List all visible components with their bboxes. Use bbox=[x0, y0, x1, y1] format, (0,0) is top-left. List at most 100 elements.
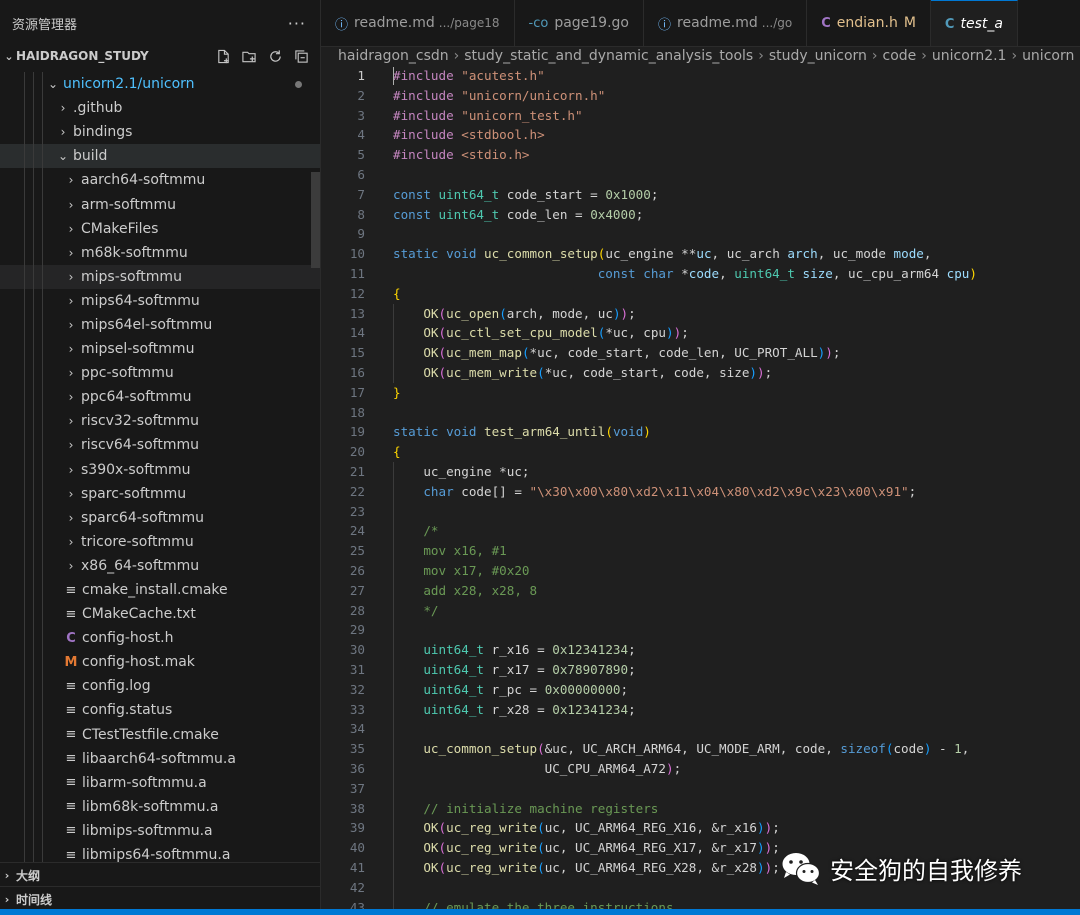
code-line[interactable]: 3 #include "unicorn_test.h" bbox=[321, 106, 1080, 126]
tree-file-item[interactable]: ≡ config.log bbox=[0, 674, 320, 699]
tree-folder-item[interactable]: › riscv64-softmmu bbox=[0, 433, 320, 458]
editor-tab[interactable]: -co page19.go bbox=[515, 0, 644, 46]
code-line[interactable]: 39 OK(uc_reg_write(uc, UC_ARM64_REG_X16,… bbox=[321, 818, 1080, 838]
tree-folder-item[interactable]: › sparc-softmmu bbox=[0, 481, 320, 506]
tree-folder-item[interactable]: › mips64-softmmu bbox=[0, 288, 320, 313]
code-line[interactable]: 31 uint64_t r_x17 = 0x78907890; bbox=[321, 660, 1080, 680]
tree-folder-item[interactable]: › arm-softmmu bbox=[0, 192, 320, 217]
breadcrumb-segment[interactable]: haidragon_csdn bbox=[338, 48, 449, 64]
tree-file-item[interactable]: ≡ libaarch64-softmmu.a bbox=[0, 746, 320, 771]
tree-folder-item[interactable]: › aarch64-softmmu bbox=[0, 168, 320, 193]
code-line[interactable]: 29 bbox=[321, 620, 1080, 640]
timeline-panel-header[interactable]: › 时间线 bbox=[0, 886, 320, 911]
code-token: <stdbool.h> bbox=[461, 127, 545, 143]
code-line[interactable]: 5 #include <stdio.h> bbox=[321, 145, 1080, 165]
tree-file-item[interactable]: ≡ libmips64-softmmu.a bbox=[0, 843, 320, 862]
tree-scrollbar[interactable] bbox=[311, 172, 320, 268]
tree-file-item[interactable]: Cconfig-host.h bbox=[0, 626, 320, 651]
code-line[interactable]: 35 uc_common_setup(&uc, UC_ARCH_ARM64, U… bbox=[321, 739, 1080, 759]
tree-folder-item[interactable]: › mips-softmmu bbox=[0, 264, 320, 289]
code-line[interactable]: 26 mov x17, #0x20 bbox=[321, 561, 1080, 581]
code-line[interactable]: 12 { bbox=[321, 284, 1080, 304]
breadcrumb-segment[interactable]: unicorn bbox=[1022, 48, 1074, 64]
new-file-icon[interactable] bbox=[214, 47, 232, 65]
code-editor[interactable]: 1 #include "acutest.h" 2 #include "unicorn/… bbox=[321, 66, 1080, 909]
code-line[interactable]: 30 uint64_t r_x16 = 0x12341234; bbox=[321, 640, 1080, 660]
tree-folder-item[interactable]: › tricore-softmmu bbox=[0, 529, 320, 554]
tree-folder-item[interactable]: › sparc64-softmmu bbox=[0, 505, 320, 530]
code-token: ; bbox=[772, 860, 780, 875]
editor-tab[interactable]: ⓘ readme.md .../go bbox=[644, 0, 808, 46]
code-line[interactable]: 10 static void uc_common_setup(uc_engine … bbox=[321, 244, 1080, 264]
code-line[interactable]: 24 /* bbox=[321, 521, 1080, 541]
breadcrumb-segment[interactable]: study_unicorn bbox=[769, 48, 867, 64]
breadcrumb-segment[interactable]: study_static_and_dynamic_analysis_tools bbox=[464, 48, 753, 64]
outline-panel-header[interactable]: › 大纲 bbox=[0, 862, 320, 887]
code-line[interactable]: 11 const char *code, uint64_t size, uc_c… bbox=[321, 264, 1080, 284]
workspace-header[interactable]: ⌄ HAIDRAGON_STUDY bbox=[0, 46, 320, 66]
editor-tab[interactable]: Cendian.h M bbox=[807, 0, 931, 46]
code-token: uint64_t bbox=[423, 662, 485, 677]
collapse-all-icon[interactable] bbox=[292, 47, 310, 65]
tree-file-item[interactable]: Mconfig-host.mak bbox=[0, 650, 320, 675]
code-line[interactable]: 23 bbox=[321, 502, 1080, 522]
tree-folder-item[interactable]: › ppc64-softmmu bbox=[0, 385, 320, 410]
code-line[interactable]: 1 #include "acutest.h" bbox=[321, 66, 1080, 86]
code-line[interactable]: 27 add x28, x28, 8 bbox=[321, 581, 1080, 601]
code-token: #include bbox=[393, 147, 454, 163]
code-line[interactable]: 28 */ bbox=[321, 601, 1080, 621]
code-line[interactable]: 15 OK(uc_mem_map(*uc, code_start, code_l… bbox=[321, 343, 1080, 363]
breadcrumb-segment[interactable]: unicorn2.1 bbox=[932, 48, 1007, 64]
tree-folder-item[interactable]: › bindings bbox=[0, 120, 320, 145]
breadcrumb-segment[interactable]: code bbox=[883, 48, 917, 64]
code-line[interactable]: 38 // initialize machine registers bbox=[321, 799, 1080, 819]
code-line[interactable]: 13 OK(uc_open(arch, mode, uc)); bbox=[321, 304, 1080, 324]
code-line[interactable]: 43 // emulate the three instructions bbox=[321, 898, 1080, 909]
tree-folder-item[interactable]: › riscv32-softmmu bbox=[0, 409, 320, 434]
tree-folder-item[interactable]: › s390x-softmmu bbox=[0, 457, 320, 482]
tree-item-label: CMakeFiles bbox=[81, 220, 159, 237]
code-line[interactable]: 20 { bbox=[321, 442, 1080, 462]
more-actions-icon[interactable]: ··· bbox=[288, 14, 306, 33]
tree-folder-item[interactable]: › m68k-softmmu bbox=[0, 240, 320, 265]
tree-folder-item[interactable]: › mipsel-softmmu bbox=[0, 337, 320, 362]
code-line[interactable]: 21 uc_engine *uc; bbox=[321, 462, 1080, 482]
code-line[interactable]: 22 char code[] = "\x30\x00\x80\xd2\x11\x… bbox=[321, 482, 1080, 502]
code-line[interactable]: 36 UC_CPU_ARM64_A72); bbox=[321, 759, 1080, 779]
tree-file-item[interactable]: ≡ libarm-softmmu.a bbox=[0, 770, 320, 795]
tree-folder-item[interactable]: › CMakeFiles bbox=[0, 216, 320, 241]
tree-file-item[interactable]: ≡ CTestTestfile.cmake bbox=[0, 722, 320, 747]
code-line[interactable]: 37 bbox=[321, 779, 1080, 799]
tree-folder-item[interactable]: › ppc-softmmu bbox=[0, 361, 320, 386]
code-line[interactable]: 25 mov x16, #1 bbox=[321, 541, 1080, 561]
tree-folder-item[interactable]: › .github bbox=[0, 96, 320, 121]
tree-folder-item[interactable]: › x86_64-softmmu bbox=[0, 553, 320, 578]
code-line[interactable]: 33 uint64_t r_x28 = 0x12341234; bbox=[321, 700, 1080, 720]
code-line[interactable]: 18 bbox=[321, 403, 1080, 423]
tree-file-item[interactable]: ≡ libmips-softmmu.a bbox=[0, 818, 320, 843]
code-line[interactable]: 16 OK(uc_mem_write(*uc, code_start, code… bbox=[321, 363, 1080, 383]
tree-folder-item[interactable]: ⌄ unicorn2.1/unicorn bbox=[0, 72, 320, 97]
refresh-icon[interactable] bbox=[266, 47, 284, 65]
editor-tab[interactable]: Ctest_a bbox=[930, 0, 1018, 46]
code-line[interactable]: 17} bbox=[321, 383, 1080, 403]
code-line[interactable]: 9 bbox=[321, 224, 1080, 244]
code-line[interactable]: 14 OK(uc_ctl_set_cpu_model(*uc, cpu)); bbox=[321, 323, 1080, 343]
tree-file-item[interactable]: ≡ cmake_install.cmake bbox=[0, 577, 320, 603]
code-line[interactable]: 34 bbox=[321, 719, 1080, 739]
code-line[interactable]: 7 const uint64_t code_start = 0x1000; bbox=[321, 185, 1080, 205]
code-line[interactable]: 19 static void test_arm64_until(void) bbox=[321, 422, 1080, 442]
editor-tab[interactable]: ⓘ readme.md .../page18 bbox=[321, 0, 515, 46]
tree-folder-item[interactable]: › mips64el-softmmu bbox=[0, 312, 320, 338]
new-folder-icon[interactable] bbox=[240, 47, 258, 65]
tree-file-item[interactable]: ≡ CMakeCache.txt bbox=[0, 602, 320, 627]
indent-guide bbox=[24, 433, 25, 458]
tree-file-item[interactable]: ≡ libm68k-softmmu.a bbox=[0, 794, 320, 819]
code-line[interactable]: 2 #include "unicorn/unicorn.h" bbox=[321, 86, 1080, 106]
code-line[interactable]: 32 uint64_t r_pc = 0x00000000; bbox=[321, 680, 1080, 700]
tree-folder-item[interactable]: ⌄ build bbox=[0, 144, 320, 169]
code-line[interactable]: 8 const uint64_t code_len = 0x4000; bbox=[321, 205, 1080, 225]
code-line[interactable]: 6 bbox=[321, 165, 1080, 185]
tree-file-item[interactable]: ≡ config.status bbox=[0, 698, 320, 723]
code-line[interactable]: 4 #include <stdbool.h> bbox=[321, 125, 1080, 145]
